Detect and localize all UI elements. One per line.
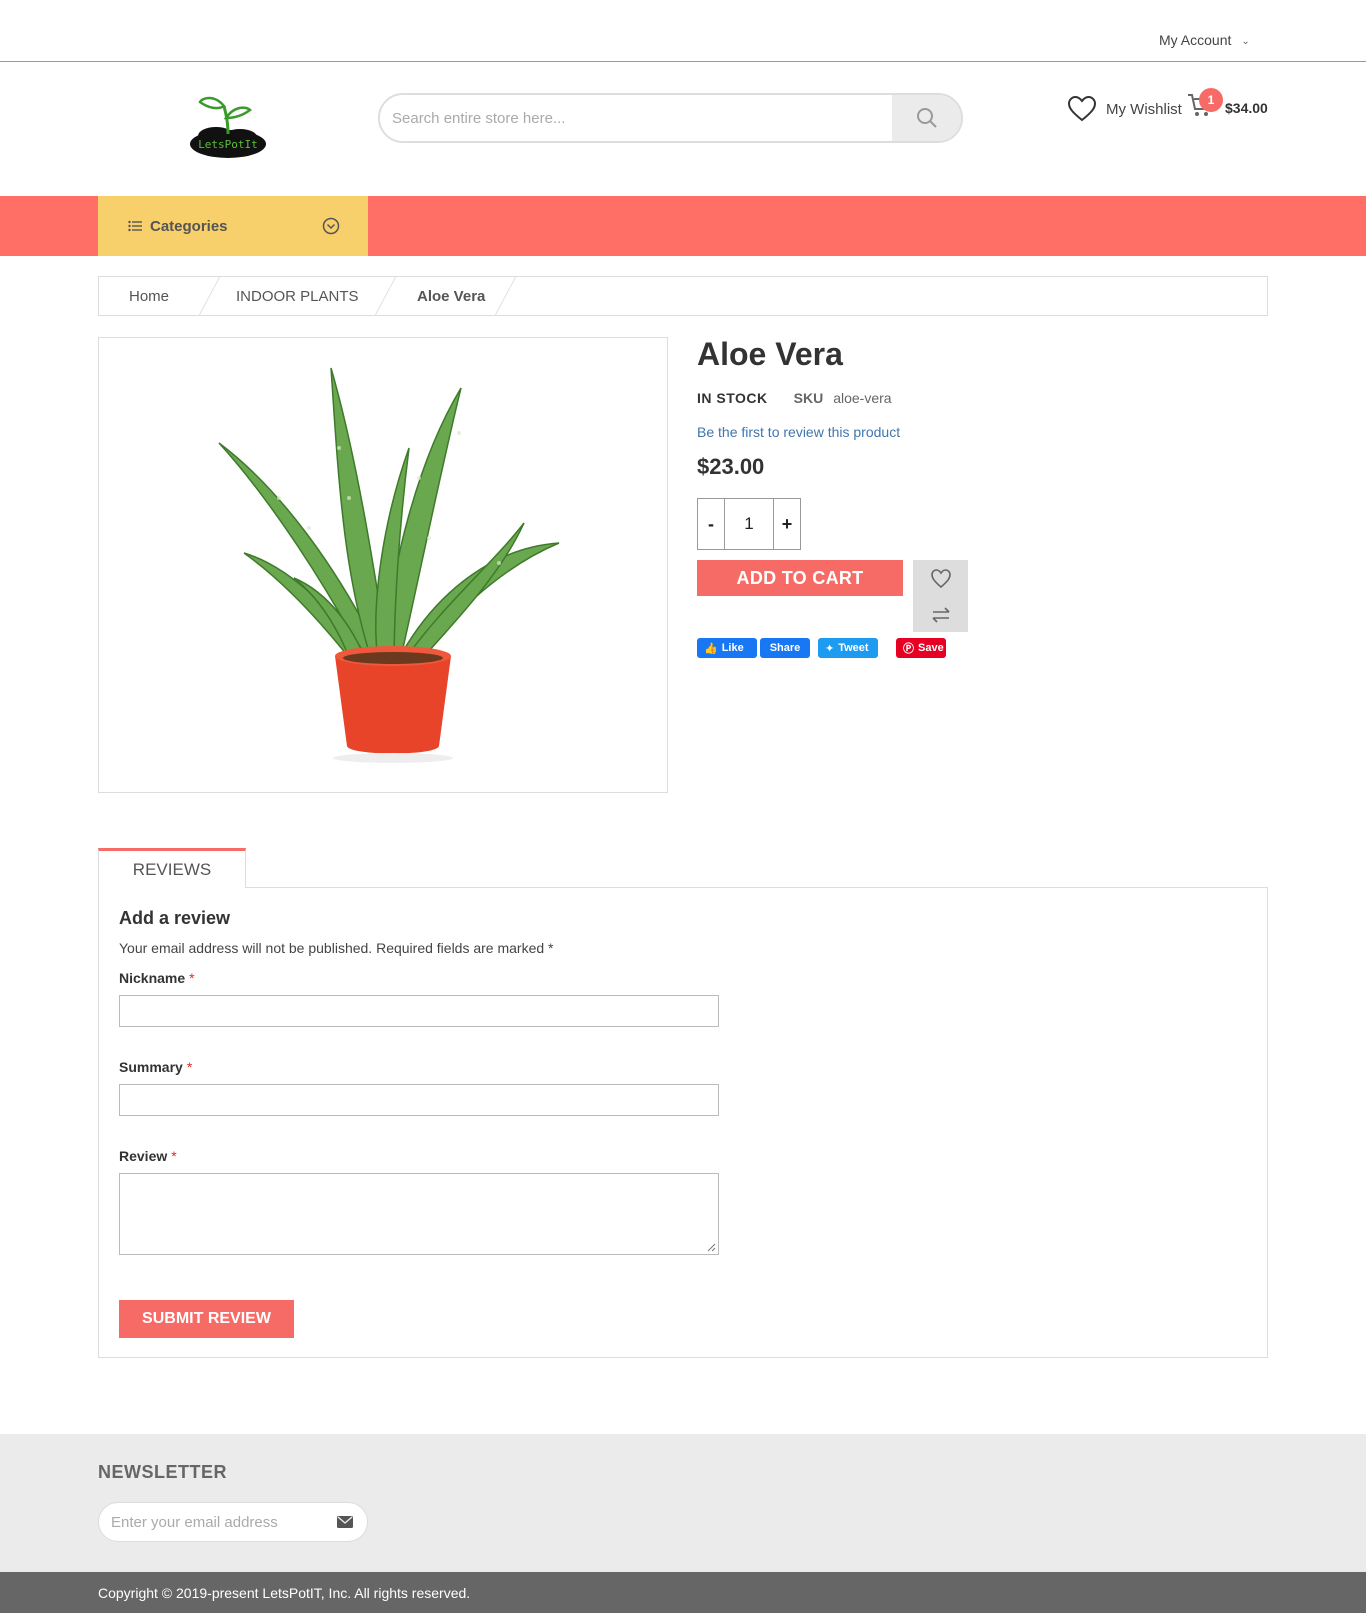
heart-icon [1068, 96, 1096, 122]
summary-field[interactable] [119, 1084, 719, 1116]
sku-label: SKU [793, 390, 824, 406]
review-label-text: Review [119, 1148, 168, 1164]
like-label: Like [721, 642, 744, 654]
stock-status: IN STOCK [697, 390, 768, 406]
add-to-cart-button[interactable]: ADD TO CART [697, 560, 903, 596]
mini-cart[interactable]: 1 $34.00 [1187, 88, 1268, 118]
twitter-bird-icon: ✦ [825, 642, 835, 655]
first-review-link[interactable]: Be the first to review this product [697, 424, 900, 440]
pinterest-icon: Ⓟ [903, 643, 914, 655]
save-label: Save [918, 642, 944, 654]
search-button[interactable] [892, 95, 961, 141]
summary-label-text: Summary [119, 1059, 183, 1075]
product-title: Aloe Vera [697, 336, 843, 372]
main-nav: Categories [0, 196, 1366, 256]
logo-icon: LetsPotIt [190, 96, 266, 158]
nickname-label-text: Nickname [119, 970, 186, 986]
product-image[interactable] [98, 337, 668, 793]
share-label: Share [769, 642, 801, 654]
my-account-menu[interactable]: My Account ⌄ [1159, 32, 1250, 48]
envelope-icon[interactable] [337, 1516, 353, 1528]
required-mark: * [171, 1148, 177, 1164]
facebook-share-button[interactable]: Share [760, 638, 810, 658]
nickname-field[interactable] [119, 995, 719, 1027]
newsletter-placeholder: Enter your email address [111, 1513, 278, 1531]
newsletter-title: NEWSLETTER [98, 1462, 227, 1482]
chevron-down-icon: ⌄ [1241, 35, 1250, 47]
add-review-heading: Add a review [119, 908, 231, 928]
search-bar [378, 93, 963, 143]
breadcrumb-current: Aloe Vera [417, 288, 486, 305]
wishlist-heart-icon[interactable] [930, 568, 952, 590]
search-icon [916, 108, 937, 128]
stock-sku-row: IN STOCK SKU aloe-vera [697, 390, 892, 406]
store-logo[interactable]: LetsPotIt [186, 92, 272, 164]
categories-menu[interactable]: Categories [98, 196, 368, 256]
chevron-circle-down-icon [322, 217, 340, 235]
required-mark: * [189, 970, 195, 986]
breadcrumb-category[interactable]: INDOOR PLANTS [236, 288, 359, 305]
compare-icon[interactable] [930, 604, 952, 626]
qty-decrease-button[interactable]: - [698, 499, 724, 549]
nickname-label: Nickname * [119, 970, 195, 986]
categories-label: Categories [150, 217, 228, 235]
top-bar: My Account ⌄ [0, 0, 1366, 62]
required-mark: * [186, 1059, 193, 1075]
wishlist-link[interactable]: My Wishlist [1068, 96, 1182, 122]
sku-value: aloe-vera [833, 390, 892, 406]
tweet-label: Tweet [838, 642, 869, 654]
product-side-actions [913, 560, 968, 632]
newsletter-section: NEWSLETTER Enter your email address [0, 1434, 1366, 1572]
footer: Copyright © 2019-present LetsPotIT, Inc.… [0, 1572, 1366, 1613]
facebook-like-button[interactable]: 👍 Like [697, 638, 757, 658]
qty-input[interactable]: 1 [724, 499, 774, 549]
my-account-label: My Account [1159, 32, 1232, 48]
quantity-stepper: - 1 + [697, 498, 801, 550]
thumbs-up-icon: 👍 [704, 642, 718, 655]
breadcrumb-separator [374, 277, 397, 315]
review-note: Your email address will not be published… [119, 940, 554, 956]
cart-total: $34.00 [1225, 100, 1268, 116]
summary-label: Summary * [119, 1059, 192, 1075]
review-label: Review * [119, 1148, 177, 1164]
review-textarea[interactable] [119, 1173, 719, 1255]
wishlist-label: My Wishlist [1106, 100, 1182, 118]
resize-handle-icon[interactable] [706, 1242, 716, 1252]
copyright-text: Copyright © 2019-present LetsPotIT, Inc.… [98, 1585, 471, 1601]
breadcrumb: Home INDOOR PLANTS Aloe Vera [98, 276, 1268, 316]
pinterest-save-button[interactable]: Ⓟ Save [896, 638, 946, 658]
breadcrumb-separator [198, 277, 221, 315]
aloe-vera-photo [218, 367, 560, 763]
search-input[interactable] [380, 95, 892, 141]
tweet-button[interactable]: ✦ Tweet [818, 638, 878, 658]
breadcrumb-separator [494, 277, 517, 315]
tab-reviews[interactable]: REVIEWS [98, 848, 246, 888]
logo-text: LetsPotIt [198, 138, 258, 151]
submit-review-button[interactable]: SUBMIT REVIEW [119, 1300, 294, 1338]
breadcrumb-home[interactable]: Home [129, 288, 169, 305]
qty-increase-button[interactable]: + [774, 499, 800, 549]
list-icon [128, 220, 142, 232]
review-form: Add a review Your email address will not… [98, 887, 1268, 1358]
cart-count-badge: 1 [1199, 88, 1223, 112]
product-price: $23.00 [697, 454, 765, 479]
newsletter-email-field[interactable]: Enter your email address [98, 1502, 368, 1542]
